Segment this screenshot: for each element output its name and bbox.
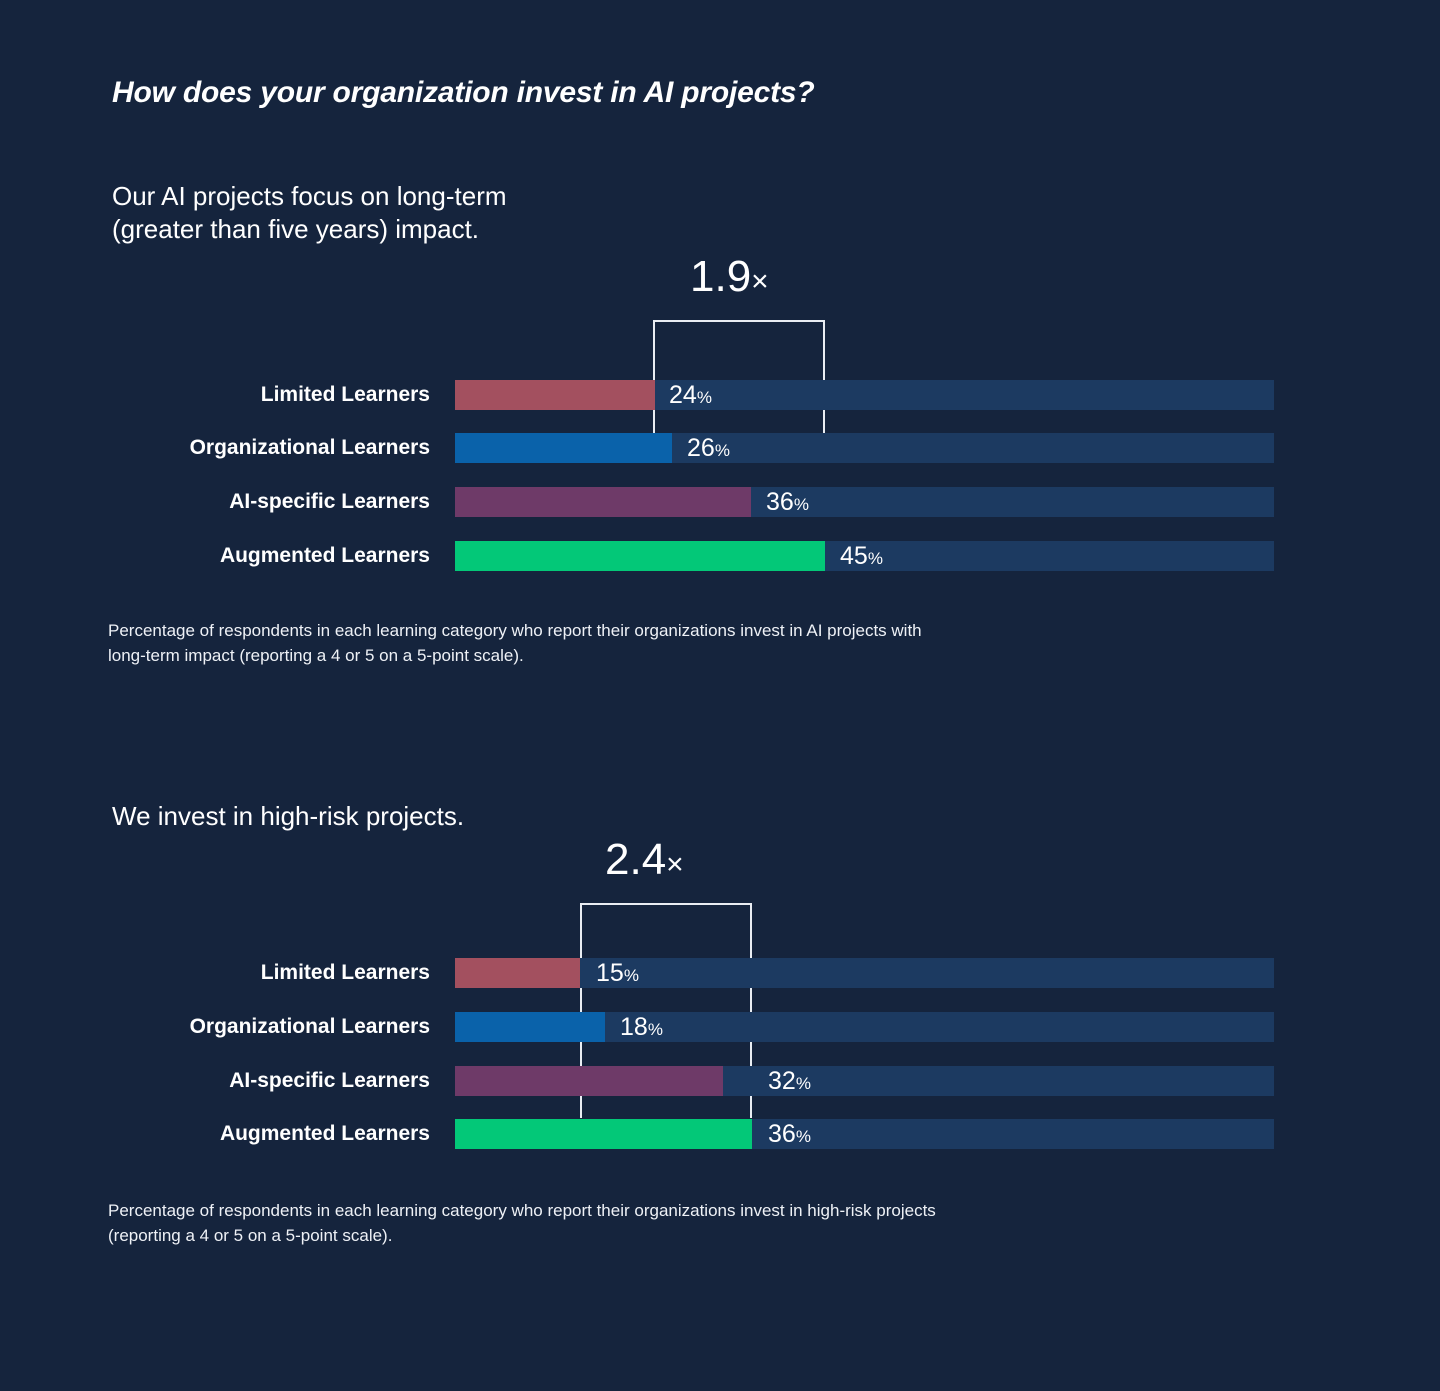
bar-track (455, 1066, 1274, 1096)
bar-ai-specific-learners (455, 487, 751, 517)
bar-value-number: 15 (596, 959, 624, 987)
row-label: Augmented Learners (219, 544, 430, 567)
bar-track (455, 958, 1274, 988)
comparison-bracket (653, 320, 825, 435)
row-label: AI-specific Learners (229, 1069, 430, 1092)
bar-track (455, 487, 1274, 517)
multiplier-value: 2.4 (605, 835, 667, 884)
table-row: Limited Learners 24% (0, 380, 1440, 410)
chart-heading: Our AI projects focus on long-term (grea… (112, 181, 507, 245)
bar-augmented-learners (455, 541, 825, 571)
chart-caption: Percentage of respondents in each learni… (108, 621, 922, 666)
table-row: AI-specific Learners 36% (0, 487, 1440, 517)
bar-value-number: 18 (620, 1013, 648, 1041)
bar-value-number: 45 (840, 542, 868, 570)
bar-track (455, 380, 1274, 410)
bar-value-label: 36% (768, 1119, 811, 1149)
percent-sign: % (795, 1074, 811, 1093)
row-label: AI-specific Learners (229, 490, 430, 513)
bar-track (455, 1119, 1274, 1149)
bar-value-label: 18% (620, 1012, 663, 1042)
table-row: Augmented Learners 36% (0, 1119, 1440, 1149)
bar-ai-specific-learners (455, 1066, 723, 1096)
chart-caption: Percentage of respondents in each learni… (108, 1201, 936, 1246)
percent-sign: % (714, 441, 730, 460)
bar-value-number: 24 (669, 381, 697, 409)
bar-value-label: 45% (840, 541, 883, 571)
bar-limited-learners (455, 380, 655, 410)
multiplier-suffix: × (751, 265, 769, 298)
bar-organizational-learners (455, 433, 672, 463)
bar-track (455, 433, 1274, 463)
table-row: Organizational Learners 26% (0, 433, 1440, 463)
table-row: Organizational Learners 18% (0, 1012, 1440, 1042)
row-label: Organizational Learners (189, 436, 430, 459)
bar-value-label: 32% (768, 1066, 811, 1096)
bar-value-label: 36% (766, 487, 809, 517)
row-label: Limited Learners (260, 383, 430, 406)
percent-sign: % (696, 388, 712, 407)
multiplier-callout: 2.4× (605, 838, 684, 882)
bar-value-number: 32 (768, 1067, 796, 1095)
percent-sign: % (623, 966, 639, 985)
bar-augmented-learners (455, 1119, 752, 1149)
bar-value-label: 24% (669, 380, 712, 410)
page-title: How does your organization invest in AI … (112, 76, 815, 109)
infographic-page: How does your organization invest in AI … (0, 0, 1440, 1391)
table-row: Limited Learners 15% (0, 958, 1440, 988)
row-label: Organizational Learners (189, 1015, 430, 1038)
percent-sign: % (647, 1020, 663, 1039)
chart-heading: We invest in high-risk projects. (112, 801, 465, 831)
bar-value-label: 15% (596, 958, 639, 988)
percent-sign: % (867, 549, 883, 568)
table-row: AI-specific Learners 32% (0, 1066, 1440, 1096)
percent-sign: % (793, 495, 809, 514)
bar-value-number: 36 (768, 1120, 796, 1148)
row-label: Augmented Learners (219, 1122, 430, 1145)
multiplier-suffix: × (666, 848, 684, 881)
bar-value-number: 36 (766, 488, 794, 516)
bar-value-label: 26% (687, 433, 730, 463)
bar-limited-learners (455, 958, 580, 988)
bar-track (455, 1012, 1274, 1042)
row-label: Limited Learners (260, 961, 430, 984)
bar-value-number: 26 (687, 434, 715, 462)
table-row: Augmented Learners 45% (0, 541, 1440, 571)
bar-organizational-learners (455, 1012, 605, 1042)
multiplier-value: 1.9 (690, 252, 752, 301)
multiplier-callout: 1.9× (690, 255, 769, 299)
percent-sign: % (795, 1127, 811, 1146)
